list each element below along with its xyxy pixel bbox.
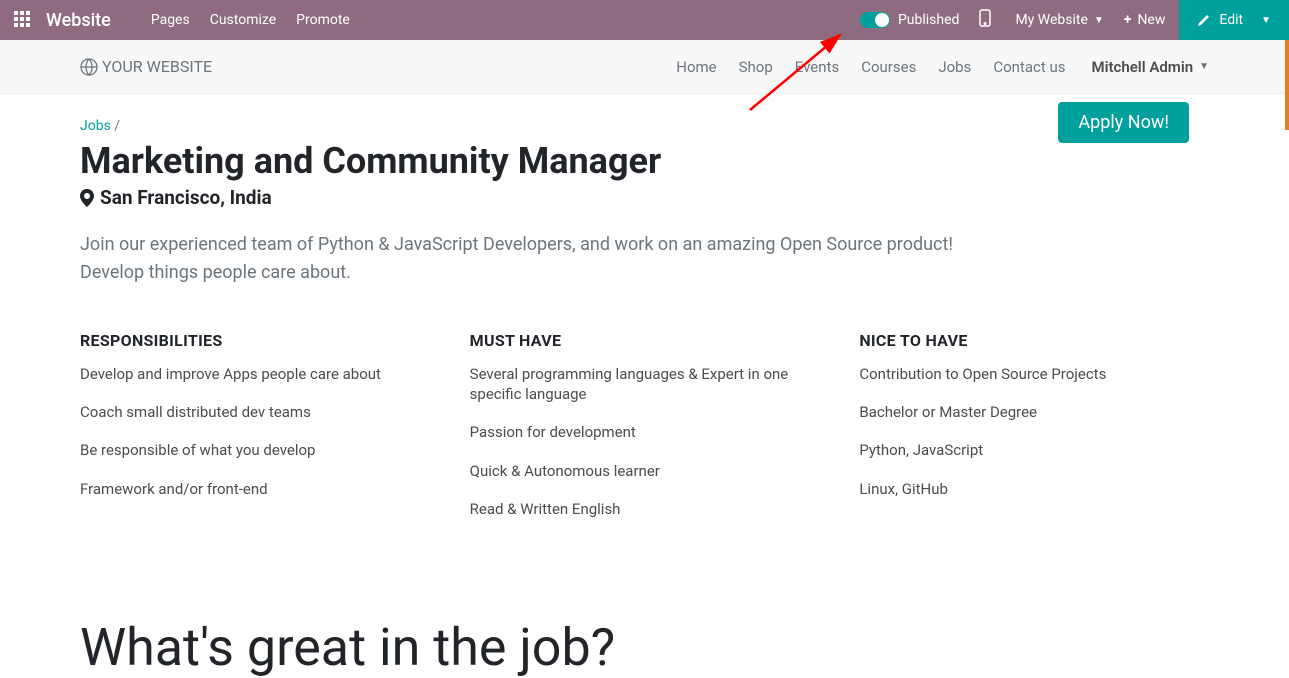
col-responsibilities: RESPONSIBILITIES Develop and improve App… [80,331,430,537]
site-nav: YOUR WEBSITE Home Shop Events Courses Jo… [0,40,1289,94]
job-location: San Francisco, India [80,186,1209,209]
job-intro: Join our experienced team of Python & Ja… [80,231,1020,287]
list-item: Develop and improve Apps people care abo… [80,364,430,384]
scrollbar-thumb[interactable] [1285,40,1289,130]
col-heading: MUST HAVE [470,331,820,350]
globe-icon [80,58,98,76]
user-name: Mitchell Admin [1091,58,1193,76]
col-must-have: MUST HAVE Several programming languages … [470,331,820,537]
list-item: Contribution to Open Source Projects [859,364,1209,384]
new-button[interactable]: + New [1124,12,1166,28]
list-item: Linux, GitHub [859,479,1209,499]
edit-button[interactable]: Edit ▼ [1179,0,1289,40]
col-heading: RESPONSIBILITIES [80,331,430,350]
list-item: Read & Written English [470,499,820,519]
page-title: Marketing and Community Manager [80,140,1209,182]
nav-jobs[interactable]: Jobs [938,58,971,76]
nav-shop[interactable]: Shop [739,58,773,76]
plus-icon: + [1124,12,1132,28]
mobile-preview-icon[interactable] [979,9,991,31]
published-label: Published [898,12,959,28]
new-label: New [1137,12,1165,28]
list-item: Several programming languages & Expert i… [470,364,820,405]
topmenu-promote[interactable]: Promote [296,12,350,28]
site-logo-text: YOUR WEBSITE [102,57,212,76]
edit-label: Edit [1219,12,1243,28]
list-item: Python, JavaScript [859,440,1209,460]
nav-events[interactable]: Events [795,58,839,76]
list-item: Coach small distributed dev teams [80,402,430,422]
site-logo[interactable]: YOUR WEBSITE [80,57,212,76]
published-toggle[interactable] [860,12,890,28]
my-website-dropdown[interactable]: My Website ▼ [1015,12,1103,28]
my-website-label: My Website [1015,12,1087,28]
location-pin-icon [80,189,94,207]
section-heading: What's great in the job? [80,617,1209,678]
page-content: Jobs / Marketing and Community Manager S… [0,94,1289,678]
list-item: Framework and/or front-end [80,479,430,499]
apps-icon[interactable] [14,11,32,29]
user-menu[interactable]: Mitchell Admin ▼ [1091,58,1209,76]
list-item: Quick & Autonomous learner [470,461,820,481]
breadcrumb-sep: / [114,118,120,134]
nav-contact[interactable]: Contact us [993,58,1065,76]
topmenu-customize[interactable]: Customize [210,12,276,28]
caret-down-icon: ▼ [1261,15,1271,26]
caret-down-icon: ▼ [1199,61,1209,72]
pencil-icon [1197,13,1211,27]
breadcrumb: Jobs / [80,118,1209,134]
breadcrumb-jobs[interactable]: Jobs [80,118,111,134]
nav-courses[interactable]: Courses [861,58,916,76]
topmenu-pages[interactable]: Pages [151,12,190,28]
list-item: Be responsible of what you develop [80,440,430,460]
app-brand[interactable]: Website [46,10,111,31]
col-heading: NICE TO HAVE [859,331,1209,350]
topbar: Website Pages Customize Promote Publishe… [0,0,1289,40]
job-location-text: San Francisco, India [100,186,272,209]
nav-home[interactable]: Home [676,58,716,76]
list-item: Bachelor or Master Degree [859,402,1209,422]
apply-button[interactable]: Apply Now! [1058,102,1189,143]
list-item: Passion for development [470,422,820,442]
job-columns: RESPONSIBILITIES Develop and improve App… [80,331,1209,537]
caret-down-icon: ▼ [1094,15,1104,26]
col-nice-to-have: NICE TO HAVE Contribution to Open Source… [859,331,1209,537]
